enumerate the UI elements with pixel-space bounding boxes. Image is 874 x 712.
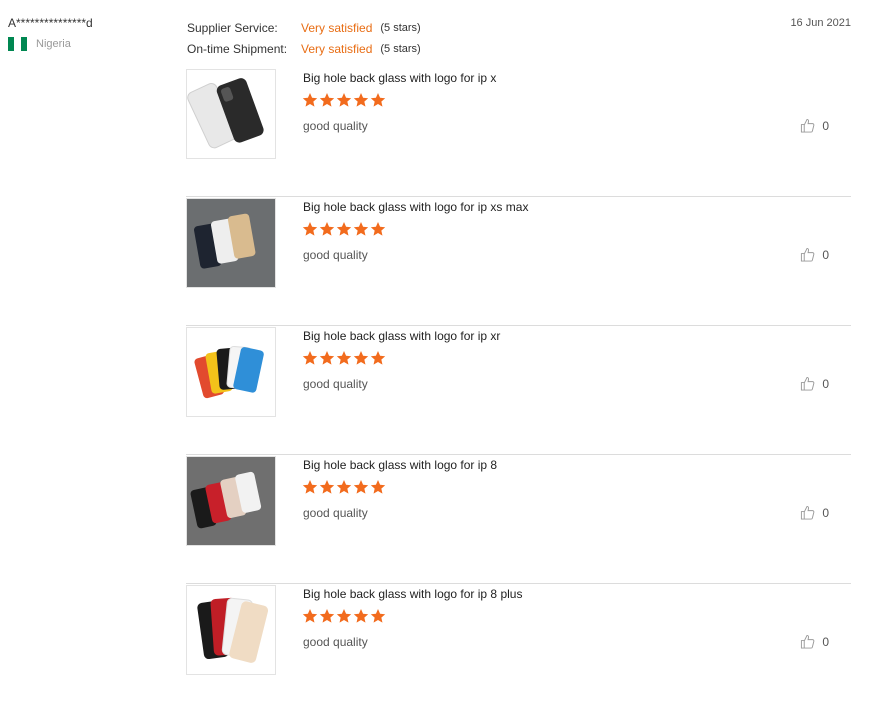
star-icon: [319, 222, 335, 236]
star-icon: [370, 351, 386, 365]
review-date: 16 Jun 2021: [790, 17, 851, 29]
like-count: 0: [822, 376, 829, 391]
review-comment: good quality: [303, 248, 368, 262]
product-rating-stars: [302, 350, 386, 366]
country-name: Nigeria: [36, 38, 71, 50]
review-item: Big hole back glass with logo for ip 8 g…: [186, 455, 851, 584]
rating-value: Very satisfied: [301, 20, 373, 35]
rating-label: Supplier Service:: [187, 20, 278, 35]
star-icon: [370, 93, 386, 107]
rating-value: Very satisfied: [301, 41, 373, 56]
star-icon: [302, 222, 318, 236]
thumbs-up-icon: [801, 634, 815, 649]
star-icon: [370, 480, 386, 494]
star-icon: [302, 609, 318, 623]
product-thumbnail[interactable]: [186, 69, 276, 159]
product-rating-stars: [302, 479, 386, 495]
product-title[interactable]: Big hole back glass with logo for ip x: [303, 71, 496, 85]
product-rating-stars: [302, 608, 386, 624]
star-icon: [353, 93, 369, 107]
product-title[interactable]: Big hole back glass with logo for ip 8: [303, 458, 497, 472]
thumbs-up-icon: [801, 247, 815, 262]
review-comment: good quality: [303, 635, 368, 649]
star-icon: [370, 222, 386, 236]
product-thumbnail[interactable]: [186, 585, 276, 675]
product-thumbnail[interactable]: [186, 456, 276, 546]
review-comment: good quality: [303, 506, 368, 520]
review-item: Big hole back glass with logo for ip x g…: [186, 68, 851, 197]
review-comment: good quality: [303, 377, 368, 391]
rating-on-time-shipment: On-time Shipment: Very satisfied (5 star…: [187, 38, 421, 59]
product-title[interactable]: Big hole back glass with logo for ip 8 p…: [303, 587, 522, 601]
review-item: Big hole back glass with logo for ip xs …: [186, 197, 851, 326]
thumbs-up-icon: [801, 376, 815, 391]
review-items: Big hole back glass with logo for ip x g…: [186, 68, 851, 712]
buyer-country: Nigeria: [8, 37, 93, 51]
rating-stars-text: (5 stars): [380, 42, 421, 55]
like-button[interactable]: 0: [800, 247, 829, 262]
star-icon: [353, 222, 369, 236]
star-icon: [336, 351, 352, 365]
like-count: 0: [822, 505, 829, 520]
star-icon: [302, 351, 318, 365]
like-button[interactable]: 0: [800, 634, 829, 649]
star-icon: [370, 609, 386, 623]
nigeria-flag-icon: [8, 37, 27, 51]
product-rating-stars: [302, 221, 386, 237]
like-count: 0: [822, 634, 829, 649]
rating-stars-text: (5 stars): [380, 21, 421, 34]
rating-supplier-service: Supplier Service: Very satisfied (5 star…: [187, 17, 421, 38]
thumbs-up-icon: [801, 505, 815, 520]
buyer-name: A***************d: [8, 16, 93, 30]
star-icon: [302, 93, 318, 107]
thumbs-up-icon: [801, 118, 815, 133]
product-rating-stars: [302, 92, 386, 108]
star-icon: [353, 351, 369, 365]
like-button[interactable]: 0: [800, 376, 829, 391]
product-title[interactable]: Big hole back glass with logo for ip xs …: [303, 200, 528, 214]
buyer-info: A***************d Nigeria: [8, 16, 93, 51]
review-item: Big hole back glass with logo for ip 8 p…: [186, 584, 851, 712]
like-button[interactable]: 0: [800, 505, 829, 520]
review-item: Big hole back glass with logo for ip xr …: [186, 326, 851, 455]
rating-label: On-time Shipment:: [187, 41, 288, 56]
star-icon: [319, 480, 335, 494]
supplier-ratings: Supplier Service: Very satisfied (5 star…: [187, 17, 421, 59]
product-thumbnail[interactable]: [186, 198, 276, 288]
star-icon: [319, 351, 335, 365]
star-icon: [302, 480, 318, 494]
star-icon: [336, 93, 352, 107]
like-button[interactable]: 0: [800, 118, 829, 133]
star-icon: [353, 609, 369, 623]
review-comment: good quality: [303, 119, 368, 133]
star-icon: [336, 609, 352, 623]
product-title[interactable]: Big hole back glass with logo for ip xr: [303, 329, 500, 343]
star-icon: [336, 480, 352, 494]
star-icon: [336, 222, 352, 236]
star-icon: [319, 609, 335, 623]
product-thumbnail[interactable]: [186, 327, 276, 417]
like-count: 0: [822, 247, 829, 262]
star-icon: [353, 480, 369, 494]
like-count: 0: [822, 118, 829, 133]
star-icon: [319, 93, 335, 107]
